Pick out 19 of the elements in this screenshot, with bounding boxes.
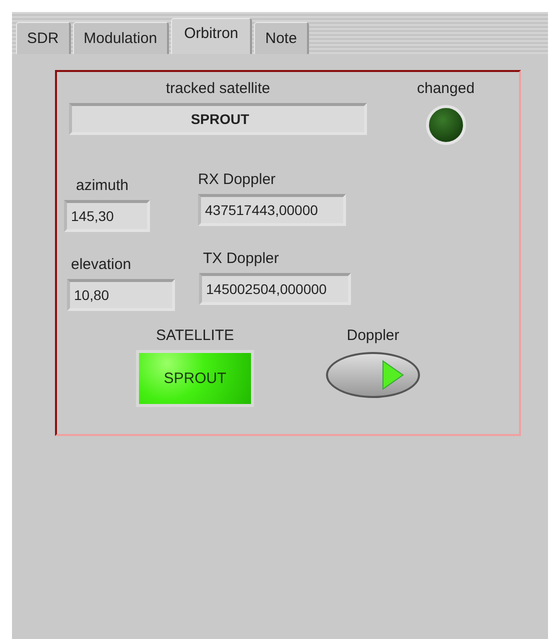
satellite-field: SPROUT xyxy=(69,103,367,135)
switch-label: Doppler xyxy=(346,327,400,344)
tab[interactable]: SDR xyxy=(16,22,71,54)
field-label: RX Doppler xyxy=(198,171,276,188)
field-label: elevation xyxy=(71,256,132,273)
tx-doppler-field: 145002504,000000 xyxy=(199,273,351,305)
play-icon xyxy=(382,360,404,390)
rx-doppler-field: 437517443,00000 xyxy=(198,194,346,226)
azimuth-field: 145,30 xyxy=(64,200,150,232)
tab[interactable]: Orbitron xyxy=(171,18,252,54)
indicator-label: changed xyxy=(417,80,475,97)
elevation-field: 10,80 xyxy=(67,279,175,311)
field-label: tracked satellite xyxy=(166,80,270,97)
button-label: SATELLITE xyxy=(156,327,234,344)
tab[interactable]: Note xyxy=(254,22,309,54)
satellite-button[interactable]: SPROUT xyxy=(136,350,254,407)
field-label: TX Doppler xyxy=(203,250,279,267)
field-label: azimuth xyxy=(76,177,129,194)
tab[interactable]: Modulation xyxy=(72,22,170,54)
